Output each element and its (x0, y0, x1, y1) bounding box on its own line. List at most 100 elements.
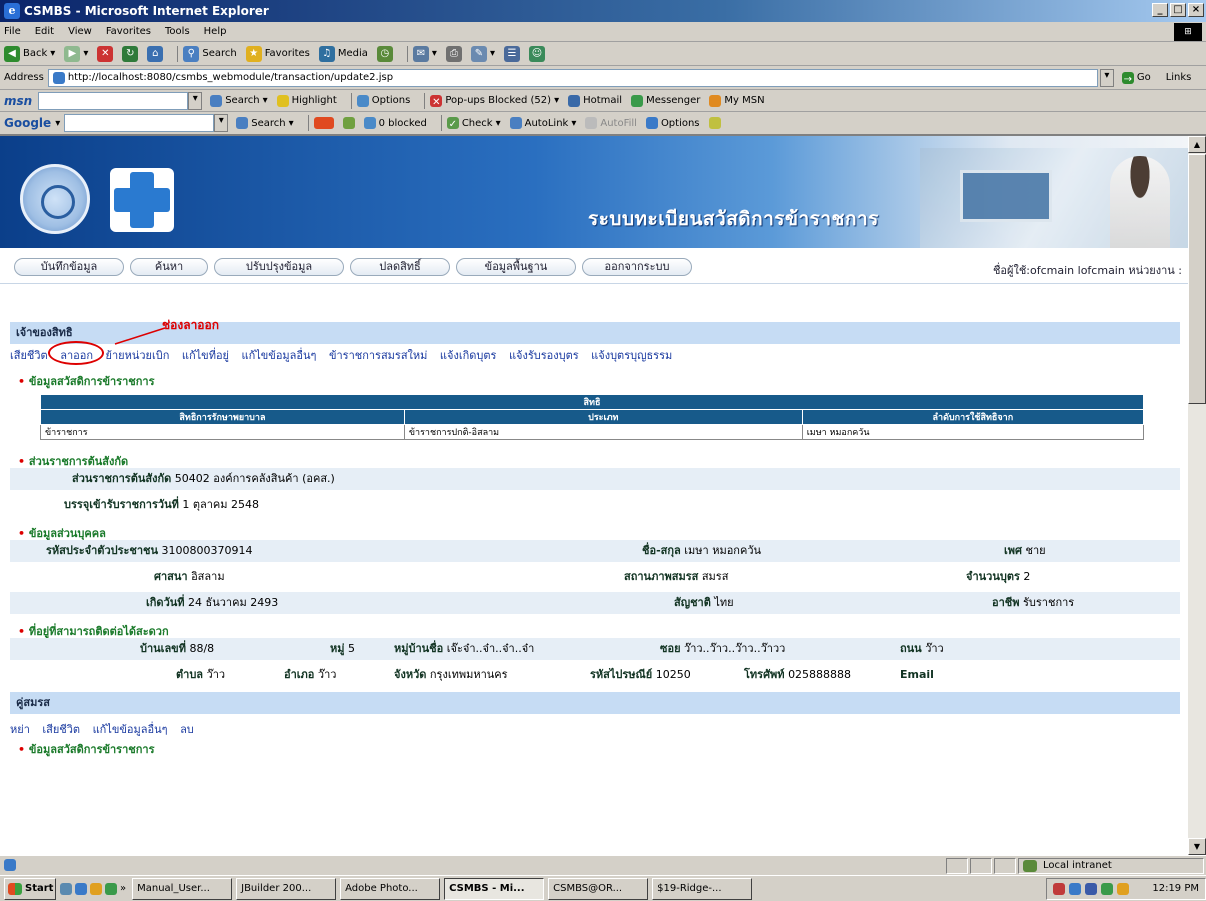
messenger-button[interactable]: ☺ (528, 45, 545, 62)
refresh-button[interactable]: ↻ (122, 45, 139, 62)
more-chevron-icon[interactable]: » (120, 883, 126, 894)
options-icon (645, 117, 658, 129)
autolink-button[interactable]: AutoLink ▾ (509, 117, 576, 129)
go-button[interactable]: → Go (1121, 71, 1151, 85)
folder-icon[interactable] (90, 882, 102, 895)
popup-blocker-button[interactable]: 0 blocked (363, 117, 427, 129)
intranet-icon (1023, 860, 1037, 872)
link-spouse-delete[interactable]: ลบ (180, 723, 194, 736)
show-desktop-icon[interactable] (60, 882, 72, 895)
task-jbuilder[interactable]: JBuilder 200... (236, 877, 337, 900)
menu-view[interactable]: View (68, 26, 92, 37)
address-dropdown[interactable]: ▾ (1099, 68, 1114, 87)
ie-quicklaunch-icon[interactable] (75, 882, 87, 895)
my-msn-icon (709, 94, 722, 107)
close-button[interactable]: × (1188, 3, 1204, 17)
col-type: ประเภท (403, 409, 803, 425)
task-manual[interactable]: Manual_User... (132, 877, 233, 900)
task-photoshop[interactable]: Adobe Photo... (340, 877, 441, 900)
tray-messenger-icon[interactable] (1101, 882, 1113, 895)
google-options-button[interactable]: Options (645, 117, 700, 129)
nav-base-data[interactable]: ข้อมูลพื้นฐาน (456, 258, 576, 276)
google-search-button[interactable]: Search ▾ (236, 117, 294, 129)
home-button[interactable]: ⌂ (147, 45, 164, 62)
citizen-id-label: รหัสประจำตัวประชาชน (46, 544, 159, 557)
link-adopted-child[interactable]: แจ้งบุตรบุญธรรม (591, 349, 672, 362)
task-csmbs-oracle[interactable]: CSMBS@OR... (548, 877, 649, 900)
scroll-up-arrow[interactable]: ▲ (1188, 136, 1206, 153)
google-search-input[interactable] (64, 114, 215, 132)
link-spouse-deceased[interactable]: เสียชีวิต (42, 723, 80, 736)
col-right-order: ลำดับการใช้สิทธิจาก (801, 409, 1145, 425)
tray-shield-icon[interactable] (1053, 882, 1065, 895)
tray-language-icon[interactable] (1085, 882, 1097, 895)
tray-network-icon[interactable] (1069, 882, 1081, 895)
link-edit-address[interactable]: แก้ไขที่อยู่ (182, 349, 229, 362)
msn-search-dropdown[interactable]: ▾ (188, 91, 203, 110)
start-button[interactable]: Start (4, 877, 56, 900)
favorites-button[interactable]: ★ Favorites (245, 45, 310, 62)
highlight-button[interactable]: Highlight (276, 94, 337, 107)
link-transfer-unit[interactable]: ย้ายหน่วยเบิก (106, 349, 170, 362)
link-edit-other[interactable]: แก้ไขข้อมูลอื่นๆ (242, 349, 317, 362)
google-search-dropdown[interactable]: ▾ (214, 114, 229, 132)
nav-save-data[interactable]: บันทึกข้อมูล (14, 258, 124, 276)
messenger-quicklaunch-icon[interactable] (105, 882, 117, 895)
postal-code-value: 10250 (655, 668, 691, 681)
scroll-thumb[interactable] (1188, 154, 1206, 404)
scroll-down-arrow[interactable]: ▼ (1188, 838, 1206, 855)
link-divorce[interactable]: หย่า (10, 723, 30, 736)
edit-button[interactable]: ✎ ▾ (470, 45, 495, 62)
messenger-link[interactable]: Messenger (631, 94, 700, 107)
user-info: ชื่อผู้ใช้:ofcmain lofcmain หน่วยงาน : (992, 264, 1182, 277)
hotmail-button[interactable]: Hotmail (568, 94, 622, 107)
msn-search-input[interactable] (38, 91, 189, 110)
nav-revoke-rights[interactable]: ปลดสิทธิ์ (350, 258, 450, 276)
forward-button[interactable]: ▶ ▾ (64, 45, 88, 62)
nav-update-data[interactable]: ปรับปรุงข้อมูล (214, 258, 344, 276)
media-button[interactable]: ♫ Media (318, 45, 368, 62)
msn-search-button[interactable]: Search ▾ (210, 94, 268, 107)
highlighter-button[interactable] (708, 117, 721, 129)
search-button[interactable]: ⚲ Search (183, 45, 237, 62)
spell-check-button[interactable]: ✓ Check ▾ (446, 117, 501, 130)
menu-edit[interactable]: Edit (35, 26, 54, 37)
pagerank-button[interactable] (342, 117, 355, 129)
mail-button[interactable]: ✉ ▾ (412, 45, 437, 62)
autofill-button[interactable]: AutoFill (585, 117, 637, 129)
nav-logout[interactable]: ออกจากระบบ (582, 258, 692, 276)
link-spouse-edit-other[interactable]: แก้ไขข้อมูลอื่นๆ (93, 723, 168, 736)
back-button[interactable]: ◀ Back ▾ (4, 45, 55, 62)
link-report-birth[interactable]: แจ้งเกิดบุตร (440, 349, 497, 362)
menu-help[interactable]: Help (204, 26, 227, 37)
windows-logo-icon: ⊞ (1174, 23, 1202, 41)
tray-volume-icon[interactable] (1117, 882, 1129, 895)
my-msn-button[interactable]: My MSN (709, 94, 765, 107)
road-value: ว๊าว (925, 642, 944, 655)
history-button[interactable]: ◷ (376, 45, 393, 62)
menu-tools[interactable]: Tools (165, 26, 190, 37)
popups-blocked-button[interactable]: ✕ Pop-ups Blocked (52) ▾ (430, 94, 559, 108)
google-news-button[interactable] (313, 117, 334, 129)
clock[interactable]: 12:19 PM (1152, 883, 1199, 894)
link-new-marriage[interactable]: ข้าราชการสมรสใหม่ (329, 349, 427, 362)
moo-label: หมู่ (330, 642, 345, 655)
mail-icon: ✉ (412, 45, 429, 62)
msn-options-button[interactable]: Options (356, 94, 410, 107)
links-button[interactable]: Links (1166, 72, 1192, 83)
soi-value: ว๊าว..ว๊าว..ว๊าว..ว๊าวว (684, 642, 786, 655)
link-certify-child[interactable]: แจ้งรับรองบุตร (509, 349, 579, 362)
task-ridge[interactable]: $19-Ridge-... (652, 877, 753, 900)
task-csmbs-ie[interactable]: CSMBS - Mi... (444, 877, 545, 900)
minimize-button[interactable]: _ (1152, 3, 1168, 17)
stop-button[interactable]: ✕ (97, 45, 114, 62)
menu-favorites[interactable]: Favorites (106, 26, 151, 37)
print-button[interactable]: ⎙ (445, 45, 462, 62)
maximize-button[interactable]: □ (1170, 3, 1186, 17)
vertical-scrollbar[interactable]: ▲ ▼ (1188, 136, 1206, 855)
menu-file[interactable]: File (4, 26, 21, 37)
address-input[interactable]: http://localhost:8080/csmbs_webmodule/tr… (47, 68, 1098, 87)
discuss-button[interactable]: ☰ (503, 45, 520, 62)
nav-search[interactable]: ค้นหา (130, 258, 208, 276)
link-deceased[interactable]: เสียชีวิต (10, 349, 48, 362)
